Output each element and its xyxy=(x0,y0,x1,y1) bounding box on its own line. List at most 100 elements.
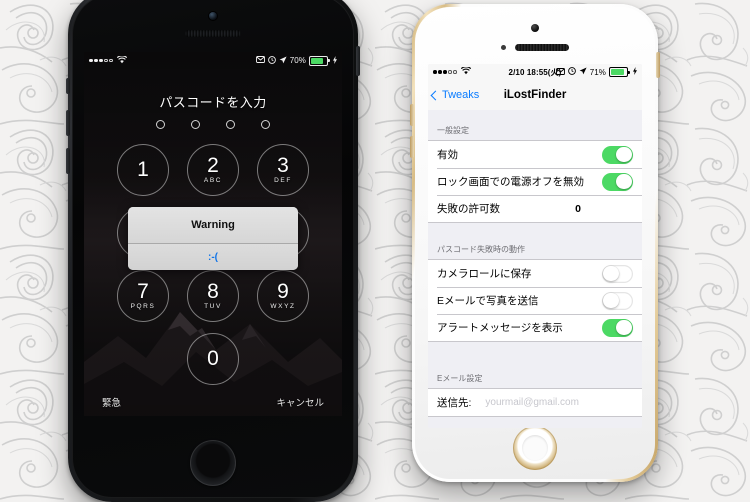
left-status-bar: 70% xyxy=(84,52,342,69)
keypad-key-3[interactable]: 3 DEF xyxy=(257,144,309,196)
mail-icon xyxy=(255,56,265,65)
keypad-key-7[interactable]: 7 PQRS xyxy=(117,270,169,322)
home-button[interactable] xyxy=(190,440,236,486)
key-letters: ABC xyxy=(203,177,223,184)
key-letters: WXYZ xyxy=(270,303,296,310)
toggle-send-photo-by-email[interactable] xyxy=(602,291,633,310)
status-bar-left xyxy=(84,54,127,66)
row-show-alert-message[interactable]: アラートメッセージを表示 xyxy=(428,314,642,341)
row-send-photo-by-email[interactable]: Eメールで写真を送信 xyxy=(428,287,642,314)
section-header-general: 一般設定 xyxy=(437,126,469,135)
row-label: 送信先: xyxy=(437,397,472,409)
row-disable-power-off-on-lockscreen[interactable]: ロック画面での電源オフを無効 xyxy=(428,168,642,195)
toggle-enabled[interactable] xyxy=(602,145,633,164)
left-phone-space-gray: 70% パスコードを入力 1 2 ABC 3 DEF 7 PQRS 8 TUV … xyxy=(66,0,360,502)
settings-group-general: 有効 ロック画面での電源オフを無効 失敗の許可数 0 xyxy=(428,140,642,223)
settings-group-failure-actions: カメラロールに保存 Eメールで写真を送信 アラートメッセージを表示 xyxy=(428,259,642,342)
location-arrow-icon xyxy=(579,67,587,77)
left-phone-screen: 70% パスコードを入力 1 2 ABC 3 DEF 7 PQRS 8 TUV … xyxy=(84,52,342,416)
keypad-key-9[interactable]: 9 WXYZ xyxy=(257,270,309,322)
row-label: ロック画面での電源オフを無効 xyxy=(437,176,584,188)
battery-icon xyxy=(609,67,630,77)
key-letters: TUV xyxy=(204,303,222,310)
row-label: Eメールで写真を送信 xyxy=(437,295,539,307)
toggle-save-to-camera-roll[interactable] xyxy=(602,264,633,283)
battery-icon xyxy=(309,55,330,66)
keypad-key-1[interactable]: 1 xyxy=(117,144,169,196)
key-number: 8 xyxy=(207,280,219,303)
alert-title-area: Warning xyxy=(128,207,298,243)
power-button[interactable] xyxy=(656,52,660,78)
right-phone-white-gold: 2/10 18:55(火) 71% Tweaks iLostFinder 一般設… xyxy=(410,4,660,482)
toggle-disable-power-off[interactable] xyxy=(602,172,633,191)
toggle-show-alert-message[interactable] xyxy=(602,318,633,337)
home-button[interactable] xyxy=(513,426,557,470)
row-save-to-camera-roll[interactable]: カメラロールに保存 xyxy=(428,260,642,287)
toggle-knob xyxy=(616,173,632,190)
key-letters: PQRS xyxy=(130,303,156,310)
key-number: 7 xyxy=(137,280,149,303)
lockscreen-bottom-bar: 緊急 キャンセル xyxy=(84,395,342,409)
cancel-button[interactable]: キャンセル xyxy=(276,395,324,409)
back-button[interactable]: Tweaks xyxy=(428,89,479,101)
chevron-left-icon xyxy=(430,90,441,100)
front-camera-icon xyxy=(531,24,539,32)
status-bar-right: 71% xyxy=(555,67,642,77)
signal-strength-dots xyxy=(433,70,457,74)
alert-ok-button[interactable]: :-( xyxy=(128,244,298,270)
keypad-key-8[interactable]: 8 TUV xyxy=(187,270,239,322)
section-header-email-settings: Eメール設定 xyxy=(437,374,483,383)
battery-percent-label: 70% xyxy=(289,56,306,65)
status-bar-left xyxy=(428,66,471,77)
volume-down-button[interactable] xyxy=(410,136,414,158)
row-label: 失敗の許可数 xyxy=(437,203,500,215)
settings-list: 一般設定 有効 ロック画面での電源オフを無効 失敗の許可数 0 パスコード失敗時… xyxy=(428,110,642,428)
row-recipient-email[interactable]: 送信先: yourmail@gmail.com xyxy=(428,389,642,416)
row-label: カメラロールに保存 xyxy=(437,268,532,280)
volume-down-button[interactable] xyxy=(66,148,70,174)
toggle-knob xyxy=(616,319,632,336)
keypad-key-2[interactable]: 2 ABC xyxy=(187,144,239,196)
earpiece-speaker xyxy=(515,44,569,51)
toggle-knob xyxy=(603,292,619,309)
volume-up-button[interactable] xyxy=(66,110,70,136)
key-number: 0 xyxy=(207,346,219,370)
row-label: アラートメッセージを表示 xyxy=(437,322,563,334)
volume-up-button[interactable] xyxy=(410,104,414,126)
status-bar-right: 70% xyxy=(255,55,342,66)
navigation-bar: Tweaks iLostFinder xyxy=(428,80,642,111)
row-allowed-failures[interactable]: 失敗の許可数 0 xyxy=(428,195,642,222)
wifi-icon xyxy=(460,66,471,77)
back-button-label: Tweaks xyxy=(442,89,480,101)
key-number: 2 xyxy=(207,154,219,177)
earpiece-speaker xyxy=(185,30,241,37)
key-letters: DEF xyxy=(274,177,292,184)
right-phone-screen: 2/10 18:55(火) 71% Tweaks iLostFinder 一般設… xyxy=(428,64,642,428)
wifi-icon xyxy=(116,54,127,66)
allowed-failures-value: 0 xyxy=(575,202,581,215)
keypad-key-0[interactable]: 0 xyxy=(187,333,239,385)
warning-alert-dialog: Warning :-( xyxy=(128,207,298,270)
power-button[interactable] xyxy=(356,46,360,76)
settings-group-email: 送信先: yourmail@gmail.com xyxy=(428,388,642,417)
front-camera-icon xyxy=(209,12,217,20)
right-status-bar: 2/10 18:55(火) 71% xyxy=(428,64,642,80)
row-label: 有効 xyxy=(437,149,458,161)
lightning-bolt-icon xyxy=(333,55,337,66)
toggle-knob xyxy=(616,146,632,163)
battery-percent-label: 71% xyxy=(589,67,606,77)
key-number: 3 xyxy=(277,154,289,177)
section-header-on-passcode-failure: パスコード失敗時の動作 xyxy=(437,245,525,254)
mute-switch[interactable] xyxy=(66,78,70,94)
emergency-call-button[interactable]: 緊急 xyxy=(102,395,121,409)
lightning-bolt-icon xyxy=(633,67,637,77)
key-number: 1 xyxy=(137,157,149,181)
row-enabled[interactable]: 有効 xyxy=(428,141,642,168)
location-arrow-icon xyxy=(279,56,287,66)
proximity-sensor-icon xyxy=(501,45,506,50)
alarm-icon xyxy=(267,55,276,66)
signal-strength-dots xyxy=(89,58,113,63)
alert-title: Warning xyxy=(191,219,235,231)
recipient-email-input[interactable]: yourmail@gmail.com xyxy=(485,397,579,408)
